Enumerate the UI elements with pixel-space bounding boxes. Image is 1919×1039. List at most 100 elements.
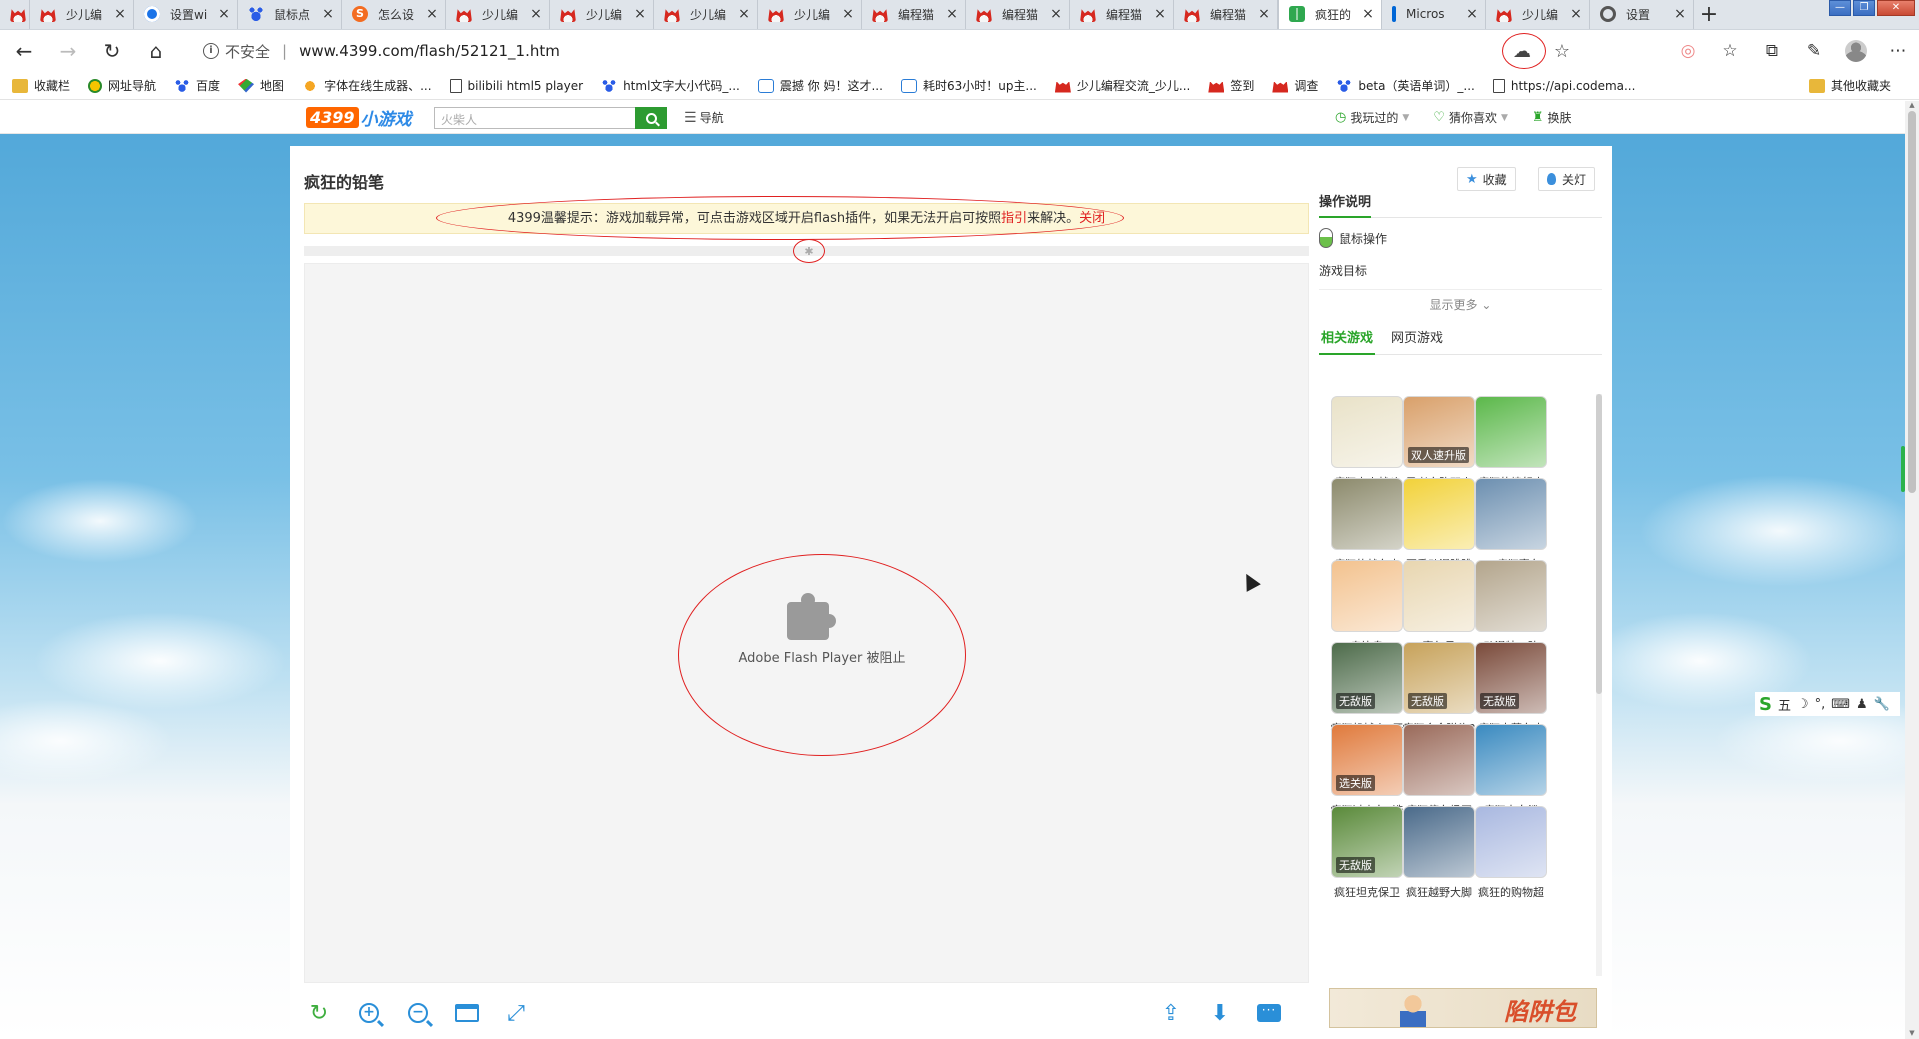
favorite-item[interactable]: 地图 [238,77,284,94]
page-scroll-thumb[interactable] [1908,111,1916,493]
related-game-item[interactable]: 3D疯狂赛车 [1467,478,1555,572]
related-game-item[interactable]: 疯狂的愤怒小 [1467,396,1555,490]
favorite-item[interactable]: 签到 [1208,77,1254,94]
game-thumbnail[interactable] [1475,396,1547,468]
favorite-item[interactable]: 少儿编程交流_少儿... [1054,77,1190,94]
game-thumbnail[interactable] [1331,396,1403,468]
close-tab-icon[interactable]: × [113,6,127,22]
window-mode-icon[interactable] [452,998,482,1028]
share-icon[interactable]: ⇪ [1156,998,1186,1028]
game-thumbnail[interactable] [1403,724,1475,796]
show-more-button[interactable]: 显示更多 ⌄ [1319,289,1602,313]
game-thumbnail[interactable] [1331,560,1403,632]
close-tab-icon[interactable]: × [1049,6,1063,22]
ime-toolbar[interactable]: S 五 ☽ °, ⌨ ♟ 🔧 [1755,692,1900,716]
tab-web-games[interactable]: 网页游戏 [1389,327,1445,354]
guide-link[interactable]: 指引 [1001,211,1027,226]
related-game-item[interactable]: 疯狂大白鲨 [1467,724,1555,818]
other-favorites[interactable]: 其他收藏夹 [1808,77,1891,94]
browser-tab[interactable]: 编程猫 × [1174,0,1278,29]
browser-tab[interactable]: 编程猫 × [862,0,966,29]
site-search-button[interactable] [635,107,667,129]
close-tab-icon[interactable]: × [425,6,439,22]
browser-tab[interactable]: × [0,0,30,29]
collect-button[interactable]: ★ 收藏 [1457,167,1516,191]
fullscreen-icon[interactable]: ⤢ [501,998,531,1028]
games-scroll-thumb[interactable] [1596,394,1602,694]
favorite-item[interactable]: 收藏栏 [12,77,70,94]
browser-tab[interactable]: 疯狂的 × [1278,0,1382,29]
close-tab-icon[interactable]: × [1569,6,1583,22]
browser-tab[interactable]: 少儿编 × [758,0,862,29]
game-thumbnail[interactable] [1331,478,1403,550]
related-game-item[interactable]: 疯狂的购物超 [1467,806,1555,900]
tab-related-games[interactable]: 相关游戏 [1319,327,1376,355]
favorites-icon[interactable]: ☆ [1709,35,1751,67]
favorite-item[interactable]: 网址导航 [88,77,156,94]
favorite-item[interactable]: bilibili html5 player [449,78,583,93]
related-game-item[interactable]: 无敌版疯狂古董车大 [1467,642,1555,736]
close-tab-icon[interactable]: × [1673,6,1687,22]
browser-tab[interactable]: 编程猫 × [966,0,1070,29]
guess-link[interactable]: ♡ 猜你喜欢 ▼ [1433,109,1508,126]
browser-tab[interactable]: 设置 × [1590,0,1694,29]
browser-tab[interactable]: 少儿编 × [550,0,654,29]
game-thumbnail[interactable]: 无敌版 [1331,642,1403,714]
reload-game-icon[interactable]: ↻ [304,998,334,1028]
close-tab-icon[interactable]: × [633,6,647,22]
minimize-button[interactable]: — [1829,0,1851,16]
back-icon[interactable]: ← [4,35,44,67]
game-thumbnail[interactable]: 无敌版 [1331,806,1403,878]
zoom-out-icon[interactable]: − [403,998,433,1028]
favorite-item[interactable]: 耗时63小时！up主... [900,77,1037,94]
close-tab-icon[interactable]: × [1361,6,1375,22]
flash-game-area[interactable]: Adobe Flash Player 被阻止 [304,263,1309,983]
tip-close-link[interactable]: 关闭 [1079,211,1105,226]
game-thumbnail[interactable] [1403,806,1475,878]
played-link[interactable]: ◷ 我玩过的 ▼ [1335,109,1409,126]
site-logo[interactable]: 4399 小游戏 [306,107,412,130]
favorite-item[interactable]: beta（英语单词）_... [1336,77,1475,94]
zoom-in-icon[interactable]: + [354,998,384,1028]
close-tab-icon[interactable]: × [841,6,855,22]
game-thumbnail[interactable]: 双人速升版 [1403,396,1475,468]
close-tab-icon[interactable]: × [217,6,231,22]
new-tab-button[interactable]: + [1694,0,1724,29]
address-bar[interactable]: i 不安全 | www.4399.com/flash/52121_1.htm ☁… [187,33,1582,69]
browser-tab[interactable]: 少儿编 × [654,0,758,29]
game-thumbnail[interactable] [1475,560,1547,632]
game-thumbnail[interactable] [1403,478,1475,550]
game-thumbnail[interactable]: 无敌版 [1475,642,1547,714]
close-window-button[interactable]: ✕ [1877,0,1915,16]
info-icon[interactable]: i [203,43,219,59]
browser-tab[interactable]: 少儿编 × [1486,0,1590,29]
games-scrollbar[interactable] [1596,394,1602,976]
browser-tab[interactable]: 少儿编 × [446,0,550,29]
close-tab-icon[interactable]: × [529,6,543,22]
comment-icon[interactable]: ··· [1254,998,1284,1028]
plugin-blocked-icon[interactable]: ☁ [1502,33,1546,69]
refresh-icon[interactable]: ↻ [92,35,132,67]
extension-icon[interactable]: ◎ [1667,35,1709,67]
scroll-up-icon[interactable]: ▲ [1905,101,1919,111]
site-nav-menu[interactable]: ☰ 导航 [684,109,724,126]
scroll-down-icon[interactable]: ▼ [1905,1029,1919,1039]
favorite-item[interactable]: 调查 [1272,77,1318,94]
browser-tab[interactable]: 鼠标点 × [238,0,342,29]
game-thumbnail[interactable]: 选关版 [1331,724,1403,796]
collections-icon[interactable]: ⧉ [1751,35,1793,67]
browser-tab[interactable]: 少儿编 × [30,0,134,29]
lights-off-button[interactable]: 关灯 [1538,167,1596,191]
feedback-icon[interactable]: ✎ [1793,35,1835,67]
favorite-star-icon[interactable]: ☆ [1542,35,1582,67]
close-tab-icon[interactable]: × [737,6,751,22]
favorite-item[interactable]: 字体在线生成器、... [302,77,432,94]
game-name[interactable]: 疯狂的购物超 [1467,884,1555,900]
restore-button[interactable]: ❐ [1853,0,1875,16]
favorite-item[interactable]: https://api.codema... [1492,78,1635,93]
favorite-item[interactable]: html文字大小代码_... [601,77,740,94]
download-icon[interactable]: ⬇ [1205,998,1235,1028]
favorite-item[interactable]: 百度 [174,77,220,94]
skin-link[interactable]: ♜ 换肤 [1532,109,1572,126]
home-icon[interactable]: ⌂ [136,35,176,67]
